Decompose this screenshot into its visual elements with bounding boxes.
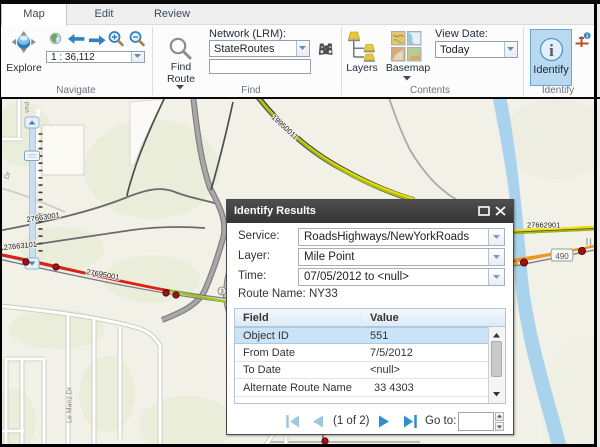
svg-text:Le Manz Dr: Le Manz Dr [67, 386, 74, 423]
svg-text:19950011: 19950011 [270, 113, 300, 142]
svg-text:27662901: 27662901 [527, 221, 560, 230]
svg-text:490: 490 [555, 252, 569, 261]
svg-text:Dr: Dr [3, 170, 12, 180]
svg-text:i: i [549, 41, 554, 60]
